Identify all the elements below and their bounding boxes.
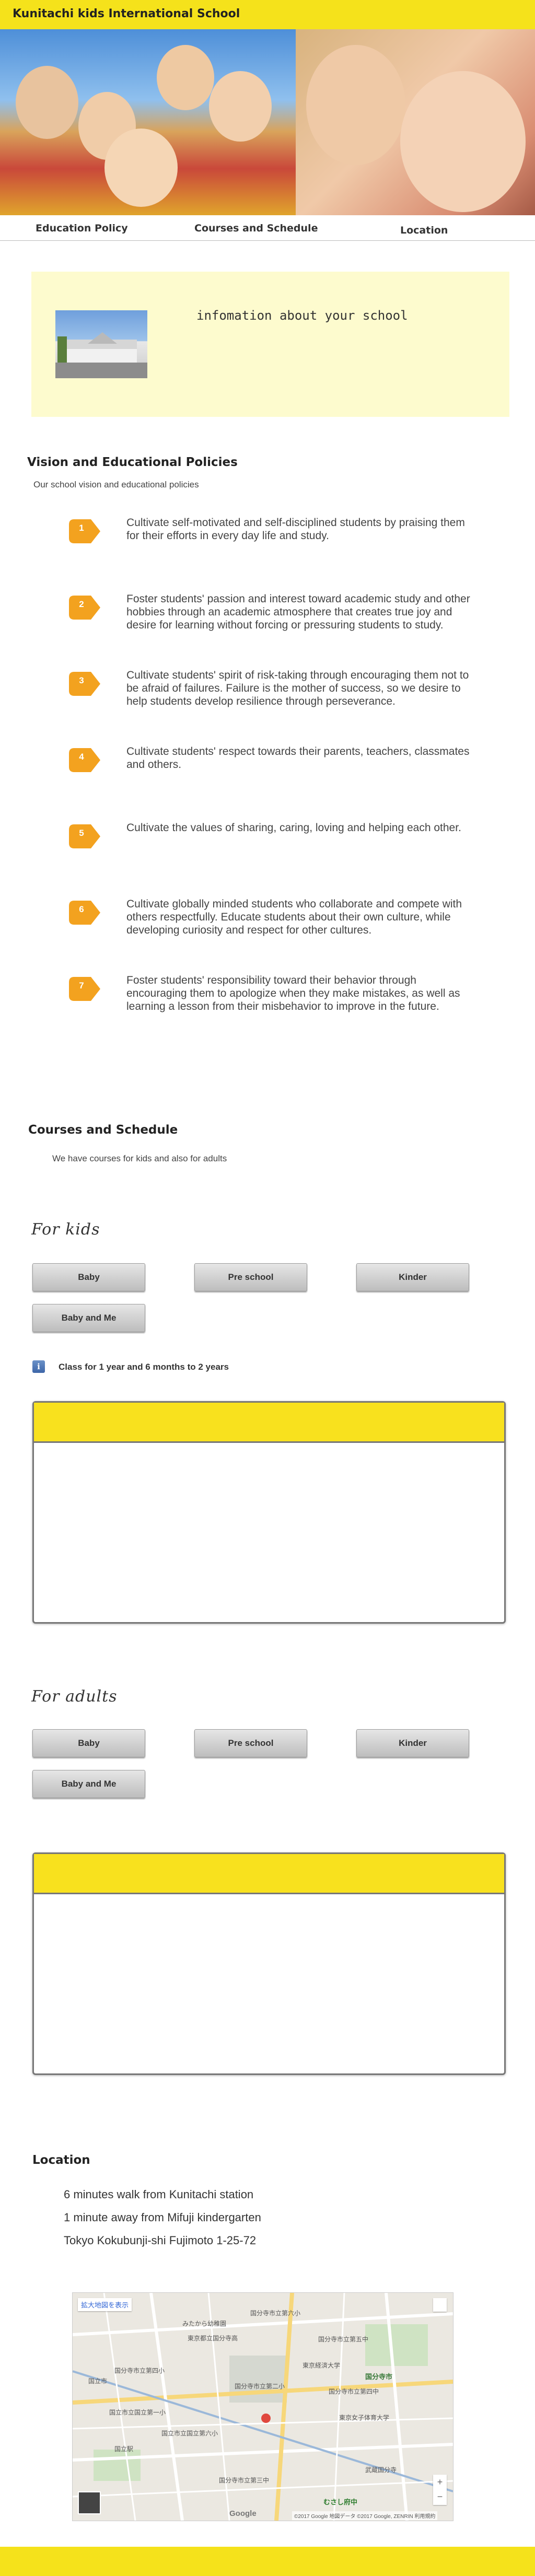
tab-baby[interactable]: Baby [32, 1729, 145, 1757]
map-roads [73, 2293, 453, 2521]
schedule-header [34, 1854, 504, 1894]
fullscreen-icon[interactable] [433, 2298, 447, 2312]
policy-number: 7 [79, 981, 84, 990]
policy-number: 6 [79, 904, 84, 914]
tab-kinder[interactable]: Kinder [356, 1263, 469, 1291]
map-label: 東京女子体育大学 [339, 2414, 390, 2421]
map-label: 国分寺市 [365, 2373, 393, 2381]
info-icon: i [32, 1360, 45, 1373]
nav-education-policy[interactable]: Education Policy [36, 223, 128, 234]
map-satellite-toggle[interactable] [78, 2491, 101, 2514]
nav-courses-schedule[interactable]: Courses and Schedule [194, 223, 318, 234]
tab-pre-school[interactable]: Pre school [194, 1729, 307, 1757]
tab-kinder[interactable]: Kinder [356, 1729, 469, 1757]
nav-location[interactable]: Location [400, 225, 448, 236]
policy-text: Cultivate students' spirit of risk-takin… [126, 669, 469, 707]
map-label: 国分寺市立第六小 [250, 2310, 301, 2317]
class-note: Class for 1 year and 6 months to 2 years [59, 1362, 229, 1372]
child-face-5 [104, 129, 178, 207]
tab-baby[interactable]: Baby [32, 1263, 145, 1291]
policy-item: 5 Cultivate the values of sharing, carin… [69, 821, 476, 853]
top-header-bar: Kunitachi kids International School [0, 0, 535, 29]
school-building-photo [55, 310, 147, 378]
map-attribution: ©2017 Google 地図データ ©2017 Google, ZENRIN … [292, 2511, 438, 2520]
map-label: 国立市立国立第一小 [109, 2409, 166, 2416]
map-label: 武蔵国分寺 [365, 2466, 397, 2474]
main-nav: Education Policy Courses and Schedule Lo… [0, 215, 535, 241]
hero-photo-children-group [0, 29, 296, 215]
child-face-1 [16, 66, 78, 139]
policy-number: 2 [79, 599, 84, 609]
policy-number: 5 [79, 828, 84, 838]
policy-text: Cultivate globally minded students who c… [126, 898, 462, 936]
policy-item: 7 Foster students' responsibility toward… [69, 974, 476, 1031]
policy-item: 2 Foster students' passion and interest … [69, 592, 476, 650]
policy-text: Cultivate self-motivated and self-discip… [126, 517, 465, 542]
hero-banner [0, 29, 535, 215]
map-label: 国立市立国立第六小 [161, 2430, 218, 2437]
policy-text: Foster students' passion and interest to… [126, 593, 470, 631]
map-label: 国分寺市立第三中 [219, 2477, 270, 2484]
map-zoom-controls[interactable]: + − [433, 2475, 447, 2505]
policy-item: 4 Cultivate students' respect towards th… [69, 745, 476, 776]
policy-item: 3 Cultivate students' spirit of risk-tak… [69, 669, 476, 726]
map-label: むさし府中 [323, 2498, 358, 2506]
vision-subtitle: Our school vision and educational polici… [33, 480, 199, 489]
tab-baby-and-me[interactable]: Baby and Me [32, 1304, 145, 1332]
location-line: 6 minutes walk from Kunitachi station [64, 2188, 254, 2201]
school-info-box: infomation about your school [31, 272, 509, 417]
policy-item: 6 Cultivate globally minded students who… [69, 897, 476, 955]
adults-schedule-panel [32, 1852, 506, 2075]
courses-title: Courses and Schedule [28, 1123, 178, 1137]
location-map[interactable]: 拡大地図を表示 国分寺市立第六小 みたから幼稚園 東京都立国分寺高 国分寺市立第… [72, 2292, 453, 2521]
map-label: 国分寺市立第四小 [114, 2367, 165, 2374]
tab-baby-and-me[interactable]: Baby and Me [32, 1770, 145, 1798]
kids-heading: For kids [31, 1220, 100, 1239]
google-logo: Google [229, 2509, 257, 2518]
policy-number: 3 [79, 675, 84, 685]
policy-number: 4 [79, 752, 84, 762]
map-label: 東京都立国分寺高 [188, 2335, 238, 2342]
policy-number: 1 [79, 523, 84, 533]
policy-text: Cultivate students' respect towards thei… [126, 745, 470, 771]
site-title: Kunitachi kids International School [13, 7, 240, 20]
footer-bar [0, 2547, 535, 2576]
policy-item: 1 Cultivate self-motivated and self-disc… [69, 516, 476, 558]
child-face-3 [157, 45, 214, 110]
vision-title: Vision and Educational Policies [27, 456, 238, 469]
map-label: 国分寺市立第二小 [235, 2383, 285, 2390]
kids-schedule-panel [32, 1401, 506, 1624]
map-label: 東京経済大学 [303, 2362, 341, 2369]
school-info-text: infomation about your school [196, 308, 408, 323]
child-face-4 [209, 71, 272, 142]
child-face-6 [306, 45, 405, 165]
location-title: Location [32, 2153, 90, 2167]
map-label: 国立駅 [114, 2445, 134, 2453]
map-enlarge-link[interactable]: 拡大地図を表示 [78, 2298, 132, 2311]
courses-subtitle: We have courses for kids and also for ad… [52, 1153, 227, 1163]
map-label: みたから幼稚園 [182, 2320, 227, 2327]
policy-text: Foster students' responsibility toward t… [126, 974, 460, 1012]
location-line: 1 minute away from Mifuji kindergarten [64, 2211, 261, 2224]
child-face-7 [400, 71, 526, 212]
map-label: 国分寺市立第四中 [329, 2388, 379, 2395]
location-line: Tokyo Kokubunji-shi Fujimoto 1-25-72 [64, 2234, 257, 2247]
adults-heading: For adults [31, 1687, 118, 1706]
hero-photo-children-smiling [296, 29, 535, 215]
map-label: 国立市 [88, 2377, 108, 2385]
schedule-header [34, 1403, 504, 1443]
map-label: 国分寺市立第五中 [318, 2336, 369, 2343]
policy-text: Cultivate the values of sharing, caring,… [126, 822, 461, 834]
tab-pre-school[interactable]: Pre school [194, 1263, 307, 1291]
